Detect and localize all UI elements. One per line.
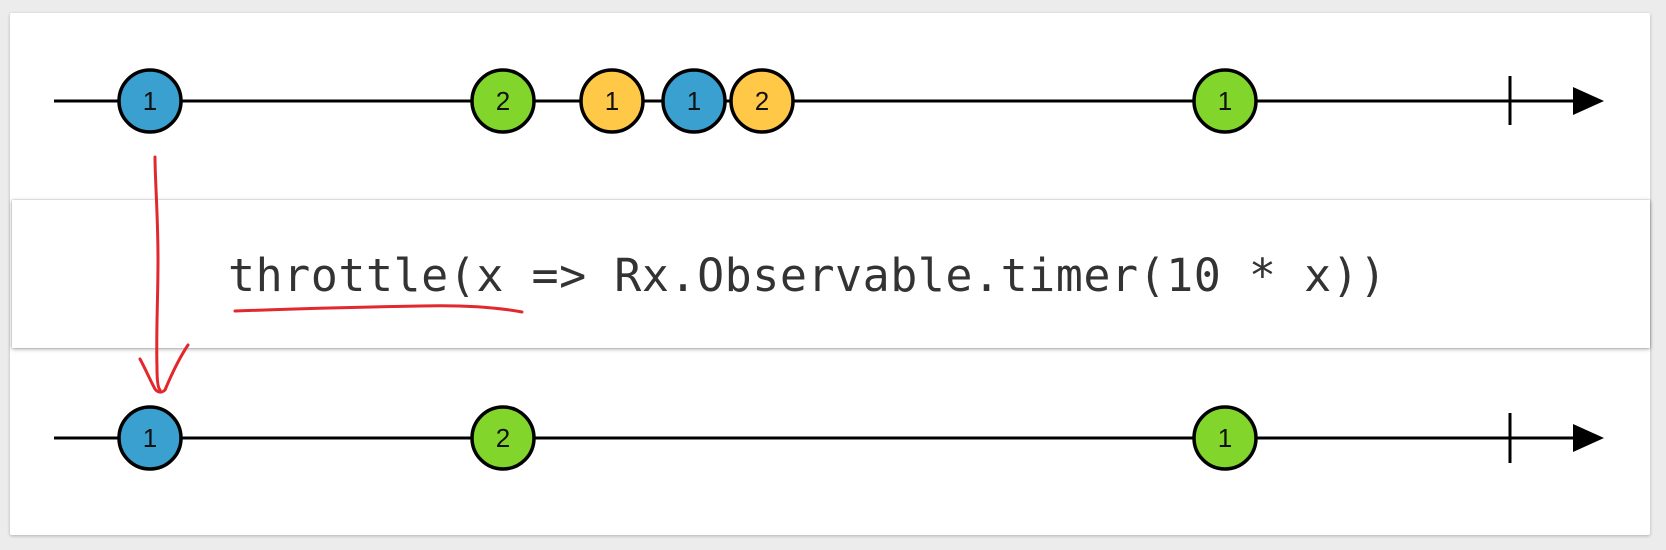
input-marble-label: 1 — [1218, 86, 1232, 116]
input-marble-label: 2 — [496, 86, 510, 116]
input-marble: 1 — [117, 68, 183, 134]
output-marble: 1 — [1192, 405, 1258, 471]
output-marble: 1 — [117, 405, 183, 471]
input-marble: 1 — [1192, 68, 1258, 134]
annotation-arrow-line — [153, 155, 162, 392]
output-marble-label: 1 — [1218, 423, 1232, 453]
input-marble: 1 — [661, 68, 727, 134]
input-marble-label: 1 — [687, 86, 701, 116]
input-marble-label: 1 — [605, 86, 619, 116]
input-marble: 1 — [579, 68, 645, 134]
input-timeline: 1 2 1 1 2 1 — [54, 68, 1604, 134]
output-timeline: 1 2 1 — [54, 405, 1604, 471]
output-marble-label: 2 — [496, 423, 510, 453]
input-marble-label: 2 — [755, 86, 769, 116]
output-marble-label: 1 — [143, 423, 157, 453]
output-marble: 2 — [470, 405, 536, 471]
output-timeline-arrowhead — [1573, 424, 1604, 452]
annotation-arrow-head — [138, 343, 190, 394]
input-timeline-arrowhead — [1573, 87, 1604, 115]
marble-diagram: 1 2 1 1 2 1 1 2 1 — [54, 68, 1604, 471]
input-marble: 2 — [470, 68, 536, 134]
input-marble: 2 — [729, 68, 795, 134]
input-marble-label: 1 — [143, 86, 157, 116]
annotation-underline — [233, 304, 524, 314]
